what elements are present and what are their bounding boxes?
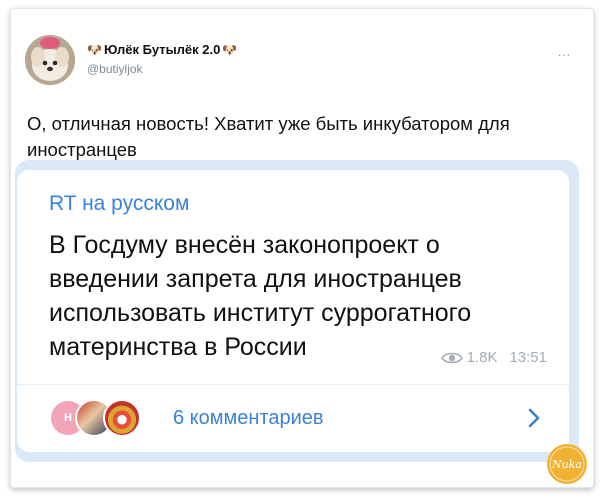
commenter-avatars: Н (49, 399, 159, 439)
embedded-post[interactable]: RT на русском В Госдуму внесён законопро… (17, 170, 569, 452)
watermark-logo: Nuka (547, 444, 587, 484)
post-meta: 1.8K 13:51 (440, 349, 547, 366)
display-name: Юлёк Бутылёк 2.0 (103, 42, 221, 57)
more-options-icon[interactable]: ... (558, 45, 571, 59)
dog-face-icon: 🐶 (87, 42, 102, 57)
avatar[interactable] (25, 35, 75, 85)
display-name-row[interactable]: 🐶 Юлёк Бутылёк 2.0 🐶 (87, 42, 237, 57)
channel-name[interactable]: RT на русском (49, 192, 189, 216)
post-time: 13:51 (509, 349, 547, 366)
comments-label: 6 комментариев (173, 407, 324, 429)
view-count: 1.8K (466, 349, 498, 366)
author-handle[interactable]: @butiyljok (87, 62, 237, 76)
author-block: 🐶 Юлёк Бутылёк 2.0 🐶 @butiyljok (87, 42, 237, 76)
dog-face-icon: 🐶 (222, 42, 238, 57)
watermark-text: Nuka (551, 458, 582, 471)
commenter-avatar (103, 399, 141, 437)
post-headline: В Госдуму внесён законопроект о введении… (49, 231, 472, 361)
comments-link[interactable]: Н 6 комментариев (17, 385, 569, 452)
tweet-text: О, отличная новость! Хватит уже быть инк… (27, 113, 510, 160)
chevron-right-icon[interactable] (527, 407, 541, 429)
eye-icon (440, 352, 463, 363)
avatar-dog-image (25, 35, 75, 85)
